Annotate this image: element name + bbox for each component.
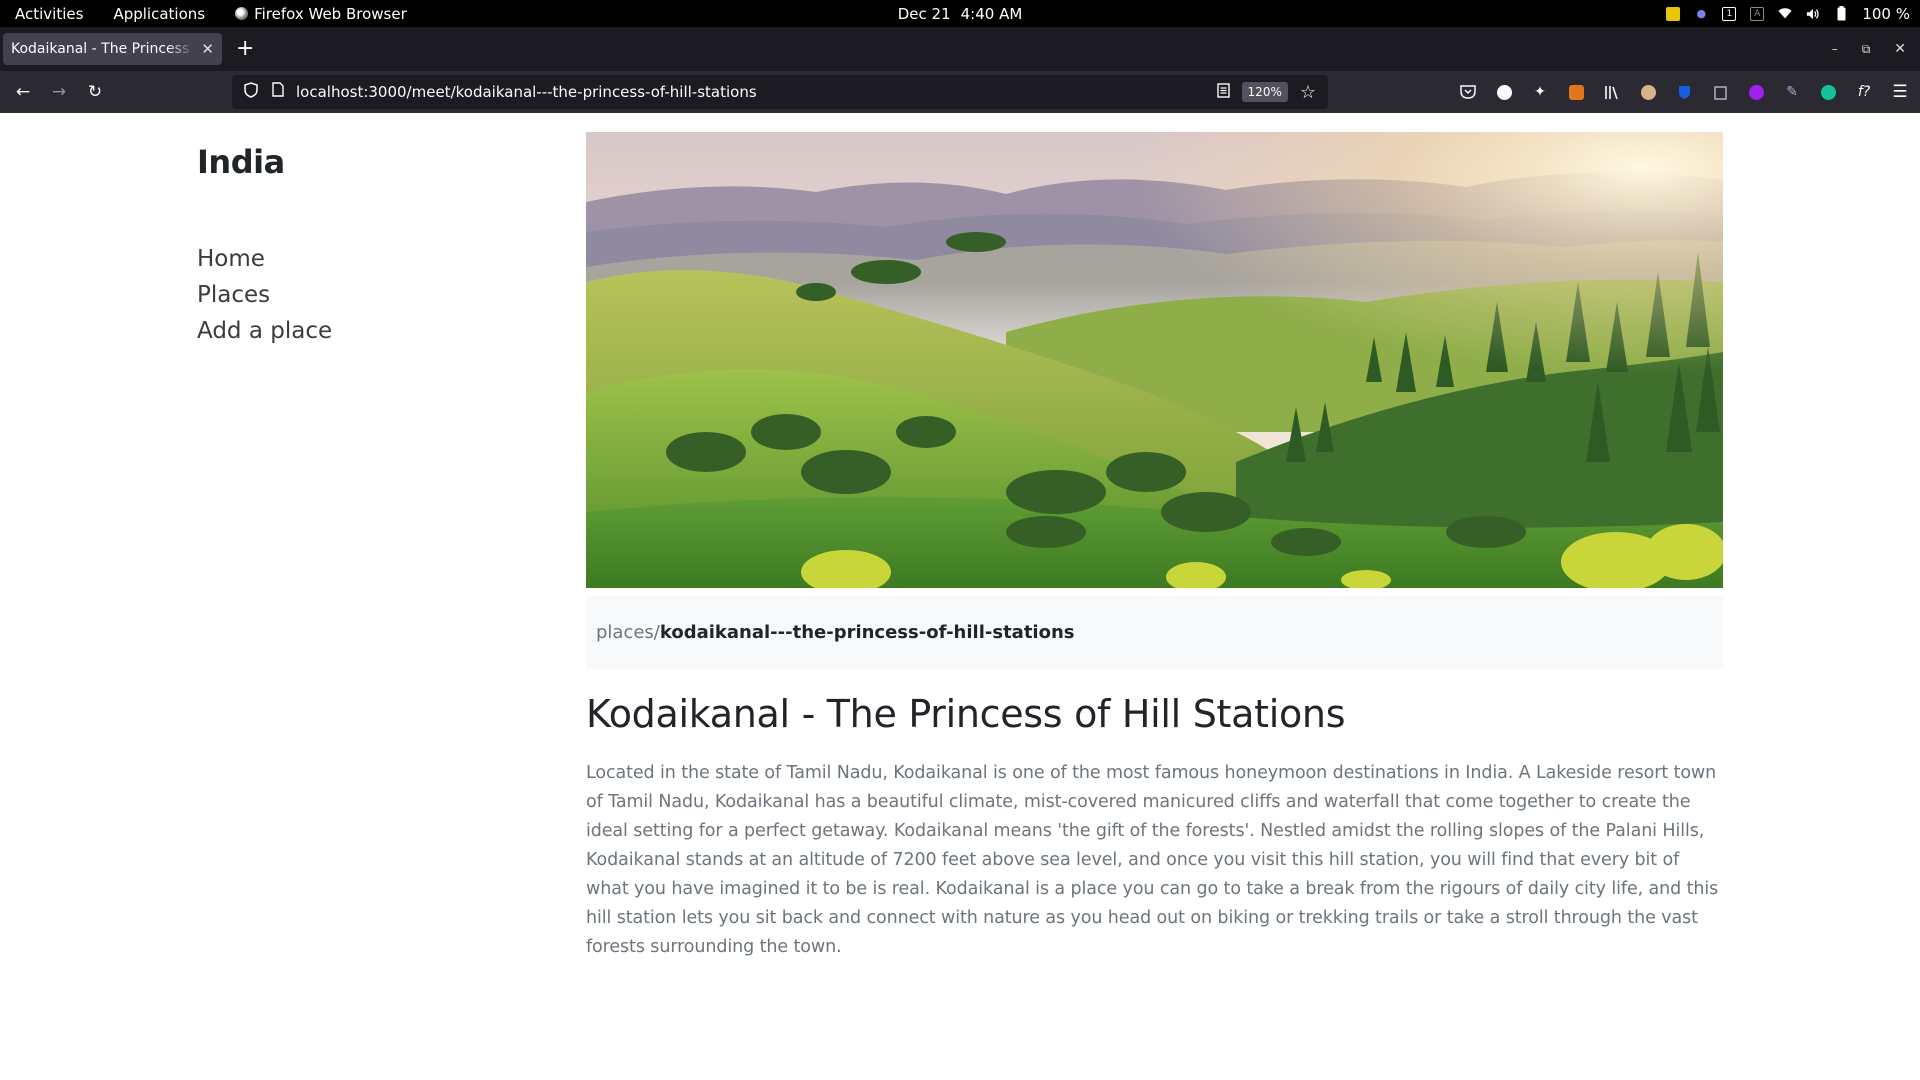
url-text[interactable]: localhost:3000/meet/kodaikanal---the-pri…: [296, 83, 1217, 101]
bookmark-star-icon[interactable]: ☆: [1300, 82, 1316, 103]
library-icon[interactable]: [1598, 78, 1626, 106]
volume-icon[interactable]: [1806, 7, 1820, 21]
system-top-bar: Activities Applications Firefox Web Brow…: [0, 0, 1920, 27]
active-app-label: Firefox Web Browser: [254, 4, 407, 23]
main-content: places/ kodaikanal---the-princess-of-hil…: [586, 132, 1723, 962]
new-tab-button[interactable]: +: [236, 38, 254, 60]
reload-icon[interactable]: ↻: [77, 76, 113, 108]
activities-button[interactable]: Activities: [0, 0, 98, 27]
activities-label: Activities: [15, 4, 84, 23]
clipboard-extension-icon[interactable]: [1706, 78, 1734, 106]
firefox-icon: [235, 7, 249, 20]
nav-link-add-a-place[interactable]: Add a place: [197, 316, 332, 346]
dark-reader-extension-icon[interactable]: ✦: [1526, 78, 1554, 106]
battery-icon[interactable]: [1834, 6, 1848, 21]
breadcrumb-current: kodaikanal---the-princess-of-hill-statio…: [659, 622, 1075, 643]
breadcrumb-link-places[interactable]: places/: [596, 622, 660, 643]
hamburger-menu-icon[interactable]: ☰: [1886, 78, 1914, 106]
place-description: Located in the state of Tamil Nadu, Koda…: [586, 763, 1719, 957]
pocket-icon[interactable]: [1454, 78, 1482, 106]
teams-tray-icon[interactable]: ●: [1694, 7, 1708, 21]
reader-view-icon[interactable]: [1216, 82, 1230, 102]
nav-link-places[interactable]: Places: [197, 280, 332, 310]
browser-tab-strip: Kodaikanal - The Princess of Hill Statio…: [0, 27, 1920, 71]
url-bar[interactable]: localhost:3000/meet/kodaikanal---the-pri…: [232, 75, 1328, 109]
applications-menu[interactable]: Applications: [98, 0, 220, 27]
nav-link-home[interactable]: Home: [197, 244, 332, 274]
browser-toolbar: ← → ↻ localhost:3000/meet/kodaikanal---t…: [0, 71, 1920, 113]
bitwarden-extension-icon[interactable]: [1670, 78, 1698, 106]
account-icon[interactable]: [1490, 78, 1518, 106]
browser-tab-active[interactable]: Kodaikanal - The Princess of Hill Statio…: [3, 33, 222, 65]
hero-landscape-image: [586, 132, 1723, 588]
clock-date: Dec 21: [897, 4, 951, 23]
page-content: India Home Places Add a place places/ ko…: [0, 113, 1920, 1080]
applications-label: Applications: [113, 4, 206, 23]
wifi-icon[interactable]: [1778, 7, 1792, 21]
zoom-level-button[interactable]: 120%: [1241, 82, 1288, 102]
cookie-extension-icon[interactable]: [1634, 78, 1662, 106]
forward-arrow-icon[interactable]: →: [41, 76, 77, 108]
clock-time: 4:40 AM: [960, 4, 1023, 23]
active-app-menu[interactable]: Firefox Web Browser: [220, 0, 422, 27]
purple-extension-icon[interactable]: [1742, 78, 1770, 106]
pen-extension-icon[interactable]: ✎: [1778, 78, 1806, 106]
tray-app-icon[interactable]: 1: [1722, 6, 1737, 21]
minimize-window-icon[interactable]: –: [1832, 42, 1838, 56]
metamask-extension-icon[interactable]: [1562, 78, 1590, 106]
close-tab-icon[interactable]: ✕: [201, 40, 214, 58]
breadcrumb: places/ kodaikanal---the-princess-of-hil…: [586, 596, 1723, 669]
grammarly-extension-icon[interactable]: [1814, 78, 1842, 106]
battery-percentage: 100 %: [1862, 4, 1910, 23]
page-info-icon[interactable]: [272, 82, 284, 102]
notes-tray-icon[interactable]: [1666, 6, 1681, 21]
tab-title: Kodaikanal - The Princess of Hill Statio…: [11, 41, 195, 57]
clock[interactable]: Dec 21 4:40 AM: [898, 5, 1023, 23]
place-title: Kodaikanal - The Princess of Hill Statio…: [586, 692, 1346, 736]
keyboard-layout-icon[interactable]: A: [1750, 6, 1765, 21]
restore-window-icon[interactable]: ⧉: [1862, 42, 1871, 57]
sidebar-nav: Home Places Add a place: [197, 244, 332, 346]
close-window-icon[interactable]: ✕: [1894, 41, 1906, 57]
tracking-protection-shield-icon[interactable]: [244, 82, 258, 102]
back-arrow-icon[interactable]: ←: [5, 76, 41, 108]
formula-extension-icon[interactable]: f?: [1850, 78, 1878, 106]
site-title[interactable]: India: [197, 143, 285, 181]
